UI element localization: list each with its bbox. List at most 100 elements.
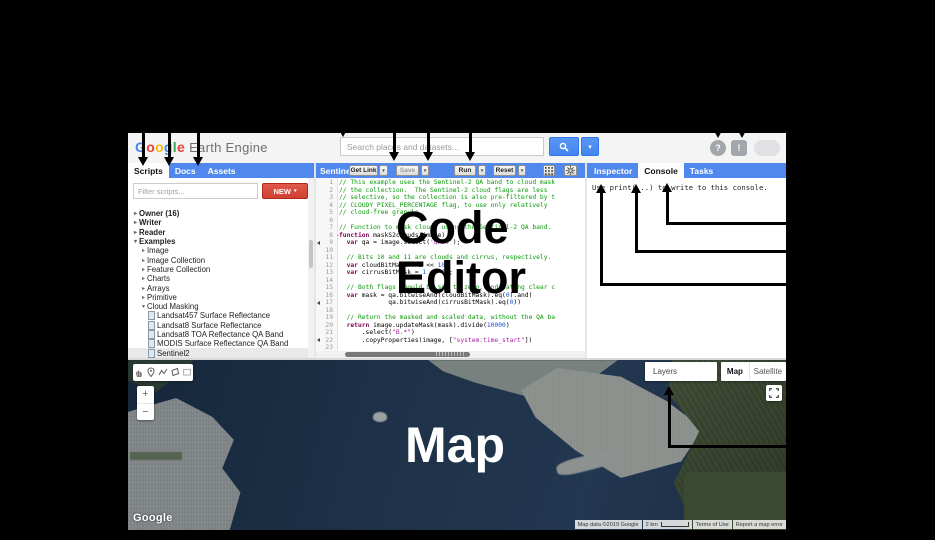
scale-bar xyxy=(661,522,689,527)
rectangle-tool[interactable] xyxy=(182,364,192,382)
save-button[interactable]: Save xyxy=(396,165,419,176)
get-link-dropdown[interactable]: ▾ xyxy=(379,165,388,176)
code-token xyxy=(339,269,347,276)
script-tree-item[interactable]: Landsat457 Surface Reflectance xyxy=(128,311,308,320)
script-tree-item[interactable]: Landsat8 Surface Reflectance xyxy=(128,321,308,330)
script-tree-label: Image xyxy=(147,246,169,255)
code-line: 2// the collection. The Sentinel-2 cloud… xyxy=(316,187,585,195)
search-input[interactable] xyxy=(340,137,544,156)
tab-console[interactable]: Console xyxy=(638,163,684,178)
code-token: // selective, so the collection is also … xyxy=(339,194,555,201)
map-type-map-button[interactable]: Map xyxy=(721,362,750,381)
terms-of-use-link[interactable]: Terms of Use xyxy=(693,520,732,529)
settings-button[interactable] xyxy=(564,165,577,176)
panel-tab-row: ScriptsDocsAssets Sentinel2 Get Link▾Sav… xyxy=(128,163,786,178)
line-icon xyxy=(158,367,168,377)
line-number: 2 xyxy=(316,187,336,195)
script-tree-item[interactable]: ▸Writer xyxy=(128,218,308,227)
chevron-down-icon: ▾ xyxy=(294,188,297,194)
line-wrap-icon xyxy=(317,241,320,245)
script-tree-item[interactable]: ▾Examples xyxy=(128,237,308,246)
earth-engine-logo[interactable]: GoogleEarth Engine xyxy=(135,139,268,155)
code-text: .copyProperties(image, ["system:time_sta… xyxy=(336,337,532,345)
fullscreen-button[interactable] xyxy=(766,385,782,401)
help-button[interactable]: ? xyxy=(710,140,726,156)
script-tree-item[interactable]: ▸Feature Collection xyxy=(128,265,308,274)
script-tree-item[interactable]: ▾Cloud Masking xyxy=(128,302,308,311)
script-tree-label: Primitive xyxy=(147,293,177,302)
line-tool[interactable] xyxy=(158,364,168,382)
map-type-satellite-button[interactable]: Satellite xyxy=(750,362,786,381)
script-tree-item[interactable]: ▸Image Collection xyxy=(128,255,308,264)
search-options-dropdown[interactable]: ▾ xyxy=(581,137,599,156)
placemark-tool[interactable] xyxy=(146,364,156,382)
feedback-button[interactable]: ! xyxy=(731,140,747,156)
tab-tasks[interactable]: Tasks xyxy=(684,163,719,178)
code-fold-icon[interactable]: - xyxy=(336,232,340,240)
reset-dropdown[interactable]: ▾ xyxy=(518,165,526,176)
script-tree-label: Writer xyxy=(139,218,161,227)
zoom-out-button[interactable]: − xyxy=(137,404,154,421)
code-text xyxy=(336,217,339,225)
polygon-tool[interactable] xyxy=(170,364,180,382)
filter-scripts-input[interactable] xyxy=(133,183,258,199)
chevron-down-icon: ▾ xyxy=(132,238,139,245)
script-tree-item[interactable]: ▸Primitive xyxy=(128,293,308,302)
search-button[interactable] xyxy=(549,137,579,156)
zoom-in-button[interactable]: + xyxy=(137,386,154,404)
script-tree-item[interactable]: Landsat8 TOA Reflectance QA Band xyxy=(128,330,308,339)
scrollbar-thumb[interactable] xyxy=(309,240,313,268)
run-button[interactable]: Run xyxy=(454,165,476,176)
annotation-arrow-run-button xyxy=(465,152,475,161)
script-tree-label: Arrays xyxy=(147,284,170,293)
save-dropdown[interactable]: ▾ xyxy=(421,165,429,176)
code-token: "B.*" xyxy=(392,329,411,336)
line-number: 11 xyxy=(316,254,336,262)
tab-inspector[interactable]: Inspector xyxy=(588,163,638,178)
report-map-error-link[interactable]: Report a map error xyxy=(733,520,786,529)
annotation-line-tasks xyxy=(666,191,669,222)
apps-menu-button[interactable] xyxy=(543,165,555,176)
logo-letter: e xyxy=(177,139,185,155)
script-tree-item[interactable]: Sentinel2 xyxy=(128,348,308,357)
placemark-icon xyxy=(146,367,156,377)
reset-button[interactable]: Reset xyxy=(493,165,516,176)
pan-hand-tool[interactable] xyxy=(134,364,144,382)
annotation-arrow-assets-tab xyxy=(193,157,203,166)
script-tree-item[interactable]: MODIS Surface Reflectance QA Band xyxy=(128,339,308,348)
code-token: 10000 xyxy=(487,322,506,329)
help-icon: ? xyxy=(715,143,721,153)
profile-avatar[interactable] xyxy=(754,140,780,156)
splitter-handle[interactable] xyxy=(436,352,466,356)
chevron-down-icon: ▾ xyxy=(424,168,427,174)
script-tree-item[interactable]: ▸Arrays xyxy=(128,283,308,292)
layers-button[interactable]: Layers xyxy=(645,362,717,381)
code-text: .select("B.*") xyxy=(336,329,415,337)
map-data-credit: Map data ©2019 Google xyxy=(575,520,642,529)
script-tree-item[interactable]: ▸Reader xyxy=(128,228,308,237)
get-link-button[interactable]: Get Link xyxy=(349,165,378,176)
script-tree-item[interactable]: ▸Charts xyxy=(128,274,308,283)
script-tree-item[interactable]: ▸Owner (16) xyxy=(128,209,308,218)
chevron-right-icon: ▸ xyxy=(140,285,147,292)
run-dropdown[interactable]: ▾ xyxy=(478,165,486,176)
code-token: function xyxy=(339,232,369,239)
new-script-button[interactable]: NEW▾ xyxy=(262,183,308,199)
tab-scripts[interactable]: Scripts xyxy=(128,163,169,178)
code-editor-annotation-label: Code Editor xyxy=(396,203,526,303)
script-tree-label: Owner (16) xyxy=(139,209,179,218)
rectangle-icon xyxy=(182,367,192,377)
code-line: 18 xyxy=(316,307,585,315)
code-line: 19 // Return the masked and scaled data,… xyxy=(316,314,585,322)
code-token: // the collection. The Sentinel-2 cloud … xyxy=(339,187,548,194)
script-tree-item[interactable]: ▸Image xyxy=(128,246,308,255)
script-file-icon xyxy=(148,330,155,339)
code-token: var xyxy=(347,292,358,299)
fullscreen-icon xyxy=(769,388,779,398)
annotation-line-console xyxy=(635,192,638,250)
script-tree-label: MODIS Surface Reflectance QA Band xyxy=(157,339,288,348)
tab-assets[interactable]: Assets xyxy=(202,163,242,178)
script-file-icon xyxy=(148,339,155,348)
annotation-line-tasks-h xyxy=(666,222,935,225)
map-annotation-label: Map xyxy=(405,416,505,474)
